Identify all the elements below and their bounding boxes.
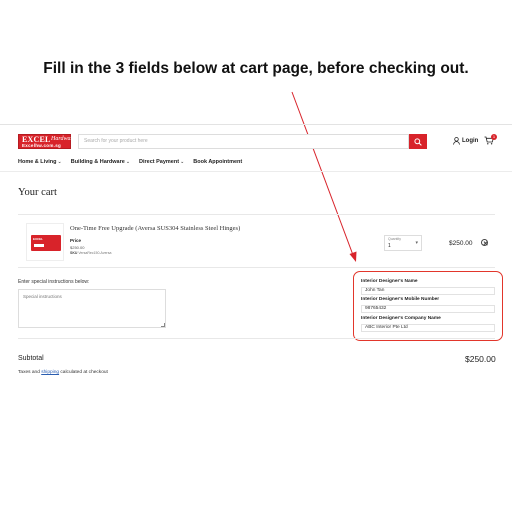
chevron-down-icon: ⌄: [180, 159, 185, 165]
product-name-link[interactable]: One-Time Free Upgrade (Aversa SUS304 Sta…: [70, 225, 240, 232]
quantity-selector[interactable]: Quantity 1 ▾: [384, 235, 422, 251]
login-link[interactable]: Login: [462, 138, 478, 144]
resize-handle[interactable]: [161, 323, 165, 327]
product-thumbnail[interactable]: EXCEL: [26, 223, 64, 261]
logo-script-text: Hardware: [51, 136, 76, 142]
special-instructions-input[interactable]: [18, 289, 166, 328]
nav-divider: [0, 171, 512, 172]
quantity-label: Quantity: [388, 237, 402, 241]
subtotal-value: $250.00: [465, 354, 496, 364]
search-icon: [414, 137, 422, 146]
user-icon[interactable]: [453, 137, 460, 145]
product-image: EXCEL: [31, 235, 61, 251]
chevron-down-icon: ⌄: [57, 159, 62, 165]
search-input[interactable]: Search for your product here: [78, 134, 409, 149]
nav-item-book-appointment[interactable]: Book Appointment: [193, 159, 242, 165]
highlight-box: [353, 271, 503, 341]
product-sku: SKU VersaRec150-Aversa: [70, 251, 111, 255]
product-image-logo: EXCEL: [33, 237, 44, 241]
shipping-link[interactable]: shipping: [41, 370, 59, 375]
section-divider: [18, 338, 495, 339]
instructions-label: Enter special instructions below:: [18, 279, 90, 285]
cart-count-badge: 1: [491, 134, 497, 140]
chevron-down-icon: ⌄: [125, 159, 131, 165]
taxes-note: Taxes and shipping calculated at checkou…: [18, 370, 108, 375]
nav-item-label: Direct Payment: [139, 159, 180, 165]
nav-item-direct-payment[interactable]: Direct Payment⌄: [139, 159, 184, 165]
page-title: Your cart: [18, 187, 57, 198]
sku-value: VersaRec150-Aversa: [78, 251, 112, 255]
unit-price: $250.00: [70, 245, 85, 250]
price-label: Price: [70, 238, 82, 243]
nav-item-building-hardware[interactable]: Building & Hardware⌄: [71, 159, 130, 165]
subtotal-label: Subtotal: [18, 355, 44, 362]
quantity-value: 1: [388, 243, 391, 249]
sku-label: SKU: [70, 251, 78, 255]
nav-item-label: Book Appointment: [193, 159, 243, 165]
main-nav: Home & Living⌄ Building & Hardware⌄ Dire…: [18, 159, 242, 165]
logo-sub-text: Excelhw.com.sg: [22, 143, 62, 148]
nav-item-label: Building & Hardware: [70, 159, 125, 165]
search-button[interactable]: [409, 134, 427, 149]
line-total: $250.00: [449, 240, 473, 247]
taxes-text: Taxes and: [18, 370, 42, 375]
header-divider: [0, 124, 512, 125]
cart-item-row: [18, 214, 495, 268]
nav-item-label: Home & Living: [18, 159, 57, 165]
remove-item-button[interactable]: [481, 239, 488, 246]
nav-item-home-living[interactable]: Home & Living⌄: [18, 159, 62, 165]
taxes-text-end: calculated at checkout: [59, 370, 108, 375]
chevron-down-icon: ▾: [415, 240, 418, 246]
excel-logo[interactable]: EXCEL Hardware Excelhw.com.sg: [18, 134, 75, 149]
